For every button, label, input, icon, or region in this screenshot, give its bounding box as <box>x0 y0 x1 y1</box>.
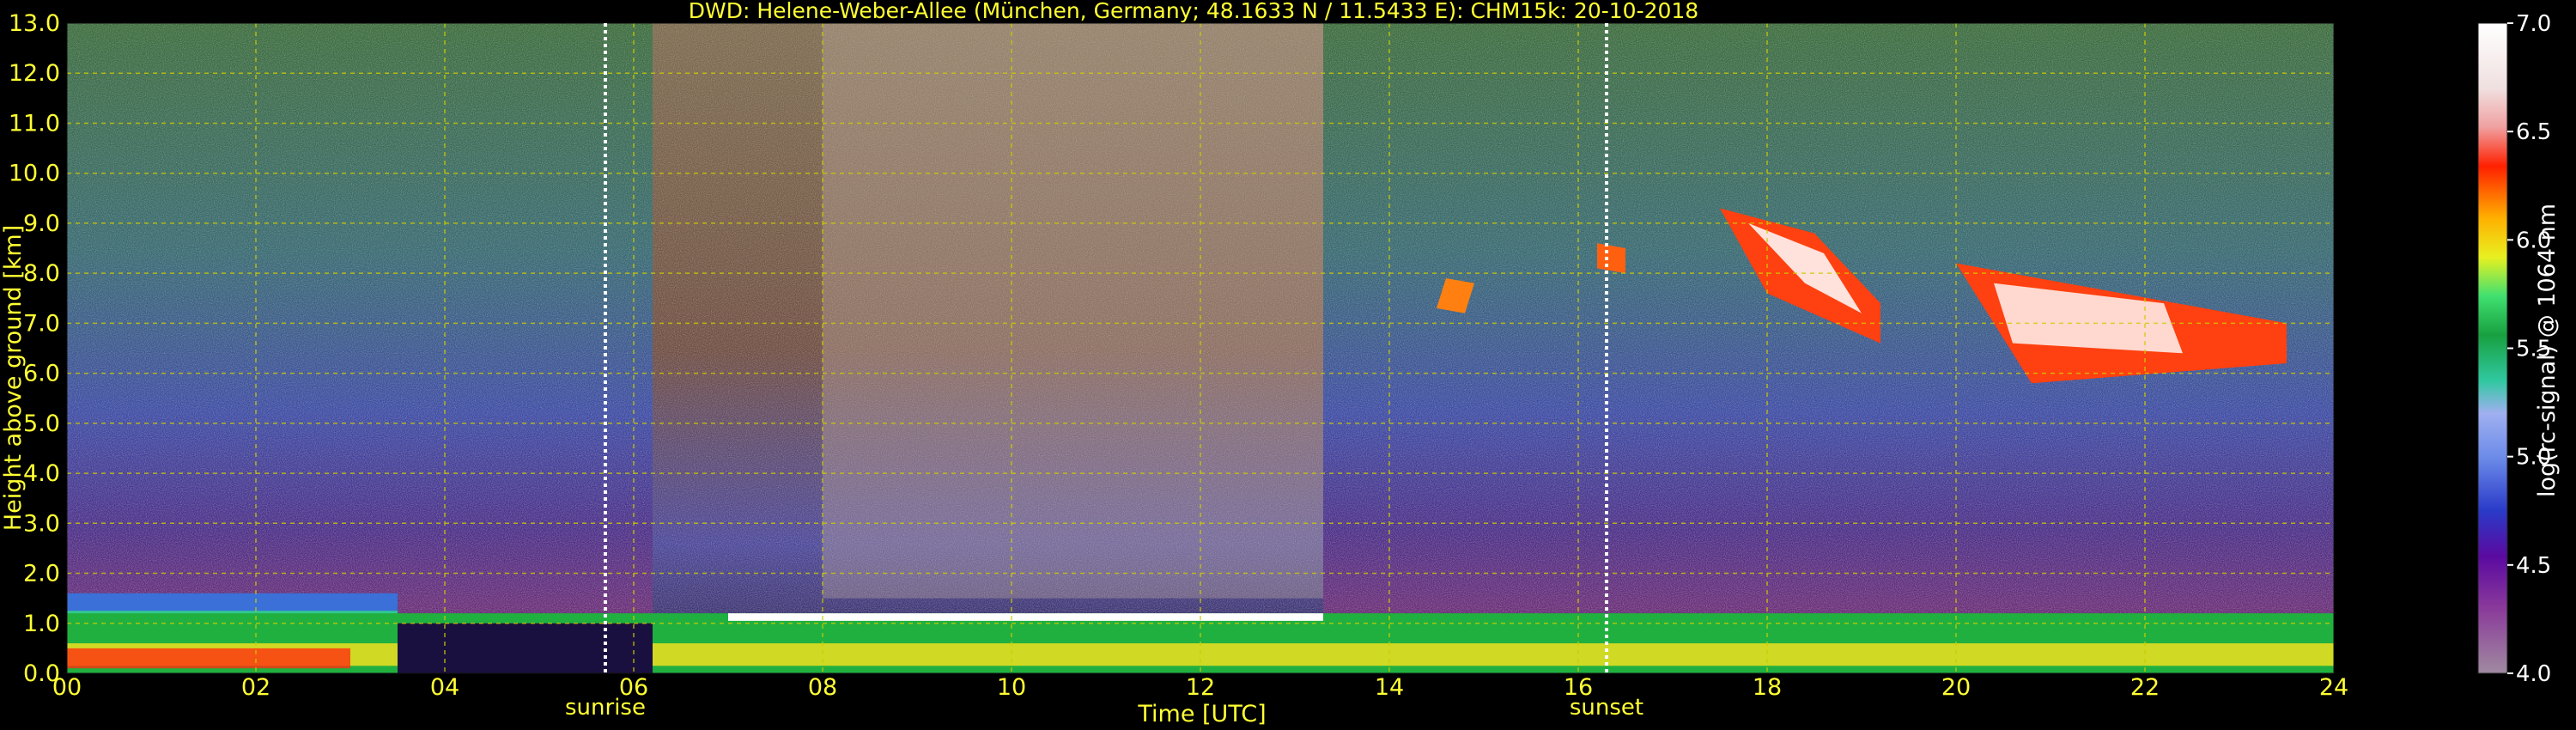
x-tick-label: 10 <box>997 674 1026 701</box>
y-tick-label: 10.0 <box>9 161 60 187</box>
boundary-layer-red <box>67 648 350 669</box>
colorbar-tick-label: 4.5 <box>2516 553 2551 579</box>
x-tick-label: 02 <box>241 674 270 701</box>
sunrise-label: sunrise <box>565 695 646 721</box>
colorbar-tick-label: 7.0 <box>2516 11 2551 37</box>
y-tick-label: 1.0 <box>23 611 60 637</box>
y-tick-label: 13.0 <box>9 10 60 37</box>
y-tick-label: 8.0 <box>23 260 60 287</box>
early-morning-gap <box>398 623 653 673</box>
colorbar-tick-label: 4.0 <box>2516 661 2551 687</box>
chart-title: DWD: Helene-Weber-Allee (München, German… <box>689 0 1698 23</box>
x-tick-label: 20 <box>1941 674 1971 701</box>
ceilometer-chart: 0.01.02.03.04.05.06.07.08.09.010.011.012… <box>0 0 2561 727</box>
y-tick-label: 3.0 <box>23 510 60 537</box>
y-tick-label: 11.0 <box>9 110 60 137</box>
x-tick-label: 04 <box>430 674 459 701</box>
y-axis-label: Height above ground [km] <box>0 225 27 531</box>
x-tick-label: 08 <box>808 674 837 701</box>
colorbar-tick-label: 6.5 <box>2516 119 2551 145</box>
x-tick-label: 22 <box>2130 674 2160 701</box>
y-tick-label: 6.0 <box>23 361 60 387</box>
boundary-layer-top <box>728 613 1323 621</box>
x-tick-label: 14 <box>1375 674 1404 701</box>
y-tick-label: 4.0 <box>23 460 60 487</box>
y-tick-label: 7.0 <box>23 310 60 337</box>
sunset-label: sunset <box>1570 695 1643 721</box>
x-tick-label: 00 <box>52 674 82 701</box>
x-axis-ticks: 00 02 04 06 08 10 12 14 16 18 20 22 24 <box>52 674 2348 701</box>
colorbar-gradient <box>2478 23 2507 673</box>
y-tick-label: 5.0 <box>23 411 60 437</box>
y-tick-label: 2.0 <box>23 561 60 587</box>
x-tick-label: 24 <box>2319 674 2348 701</box>
y-tick-label: 9.0 <box>23 210 60 237</box>
y-tick-label: 12.0 <box>9 60 60 87</box>
x-tick-label: 18 <box>1753 674 1782 701</box>
cloud-fragment <box>1597 243 1625 274</box>
x-tick-label: 12 <box>1186 674 1215 701</box>
x-axis-label: Time [UTC] <box>1137 701 1266 727</box>
colorbar-label: log(rc-signal) @ 1064 nm <box>2534 204 2561 497</box>
